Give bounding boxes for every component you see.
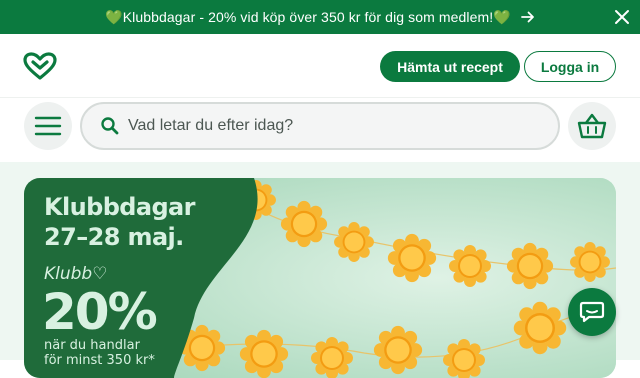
basket-icon [577,113,607,139]
hamburger-menu-icon [34,116,62,136]
klubb-logo: Klubb♡ [44,264,108,284]
promo-text[interactable]: 💚Klubbdagar - 20% vid köp över 350 kr fö… [105,9,511,26]
banner-condition-line1: när du handlar [44,338,140,353]
promo-banner[interactable]: 💚Klubbdagar - 20% vid köp över 350 kr fö… [0,0,640,34]
banner-dates: 27–28 maj. [44,223,184,251]
cart-button[interactable] [568,102,616,150]
banner-discount: 20% [42,283,158,341]
arrow-right-icon[interactable] [520,10,535,24]
search-row [0,98,640,162]
search-icon [101,117,119,135]
banner-title: Klubbdagar [44,193,195,221]
heart-logo-icon[interactable] [22,51,58,81]
chat-button[interactable] [568,288,616,336]
chat-bubble-icon [579,301,605,323]
close-icon[interactable] [614,9,630,25]
get-prescription-button[interactable]: Hämta ut recept [380,51,520,82]
menu-button[interactable] [24,102,72,150]
search-bar[interactable] [80,102,560,150]
search-input[interactable] [128,117,548,135]
login-button[interactable]: Logga in [524,51,616,82]
top-header: Hämta ut recept Logga in [0,34,640,98]
campaign-banner[interactable]: Klubbdagar 27–28 maj. Klubb♡ 20% när du … [24,178,616,378]
banner-condition-line2: för minst 350 kr* [44,353,155,368]
